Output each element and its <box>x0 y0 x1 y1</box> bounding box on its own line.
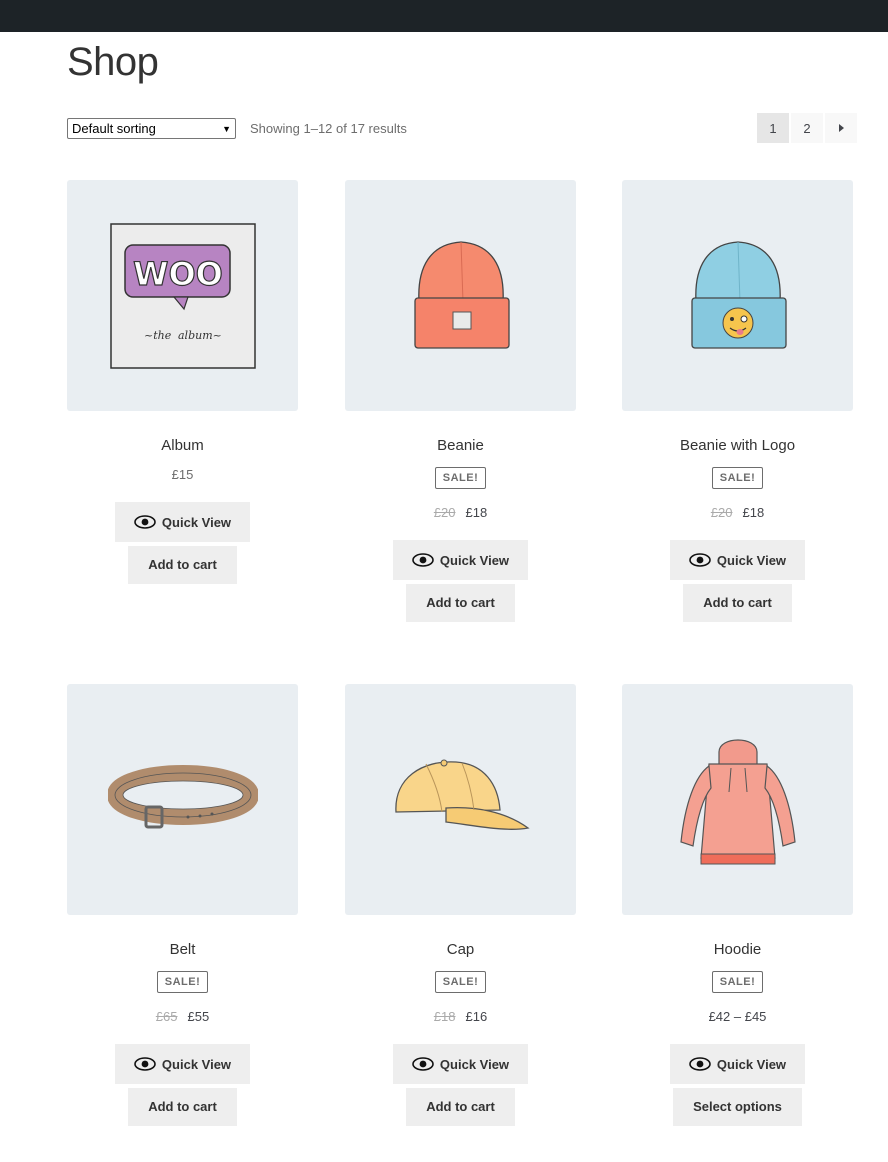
sale-badge: SALE! <box>434 971 487 993</box>
admin-bar <box>0 0 888 32</box>
add-to-cart-button[interactable]: Add to cart <box>406 1088 515 1126</box>
product-card-beanie: Beanie SALE! £20 £18 Quick View Add to ca… <box>345 180 576 622</box>
product-image-beanie[interactable] <box>345 180 576 411</box>
quick-view-button[interactable]: Quick View <box>393 540 528 580</box>
quick-view-button[interactable]: Quick View <box>670 1044 805 1084</box>
beanie-illustration-icon <box>413 240 510 349</box>
quick-view-label: Quick View <box>439 552 510 568</box>
product-image-album[interactable]: WOO ~the album~ <box>67 180 298 411</box>
product-title[interactable]: Album <box>67 436 298 456</box>
quick-view-button[interactable]: Quick View <box>670 540 805 580</box>
quick-view-button[interactable]: Quick View <box>115 1044 250 1084</box>
select-options-button[interactable]: Select options <box>673 1088 802 1126</box>
product-price: £20 £18 <box>622 505 853 521</box>
sale-price: £55 <box>187 1009 210 1024</box>
sorting-value: Default sorting <box>72 121 156 136</box>
eye-icon <box>412 1057 434 1071</box>
product-card-cap: Cap SALE! £18 £16 Quick View Add to cart <box>345 684 576 1126</box>
sale-badge: SALE! <box>711 467 764 489</box>
quick-view-button[interactable]: Quick View <box>393 1044 528 1084</box>
eye-icon <box>134 1057 156 1071</box>
next-page-button[interactable] <box>825 113 857 143</box>
product-title[interactable]: Belt <box>67 940 298 960</box>
old-price: £20 <box>710 505 733 520</box>
add-to-cart-button[interactable]: Add to cart <box>128 546 237 584</box>
old-price: £20 <box>433 505 456 520</box>
product-image-hoodie[interactable] <box>622 684 853 915</box>
product-image-cap[interactable] <box>345 684 576 915</box>
product-card-beanie-with-logo: Beanie with Logo SALE! £20 £18 Quick View… <box>622 180 853 622</box>
old-price: £65 <box>155 1009 178 1024</box>
cap-illustration-icon <box>394 759 530 830</box>
eye-icon <box>134 515 156 529</box>
pagination: 1 2 <box>757 113 857 143</box>
page-title: Shop <box>67 40 159 84</box>
chevron-down-icon: ▼ <box>222 123 231 134</box>
old-price: £18 <box>433 1009 456 1024</box>
sale-badge: SALE! <box>711 971 764 993</box>
product-card-hoodie: Hoodie SALE! £42 – £45 Quick View Select… <box>622 684 853 1126</box>
eye-icon <box>689 1057 711 1071</box>
product-title[interactable]: Beanie <box>345 436 576 456</box>
product-price: £20 £18 <box>345 505 576 521</box>
product-card-album: WOO ~the album~ Album £15 Quick View Add… <box>67 180 298 584</box>
quick-view-label: Quick View <box>161 514 232 530</box>
svg-text:WOO: WOO <box>133 255 223 293</box>
svg-text:~the: ~the <box>144 329 172 342</box>
product-price: £15 <box>171 467 194 482</box>
page-1-button[interactable]: 1 <box>757 113 789 143</box>
next-arrow-icon <box>838 124 844 132</box>
logo-beanie-illustration-icon <box>690 240 787 349</box>
product-title[interactable]: Cap <box>345 940 576 960</box>
result-count: Showing 1–12 of 17 results <box>250 121 407 136</box>
add-to-cart-button[interactable]: Add to cart <box>128 1088 237 1126</box>
product-price: £42 – £45 <box>708 1009 767 1024</box>
quick-view-label: Quick View <box>439 1056 510 1072</box>
eye-icon <box>412 553 434 567</box>
sale-price: £18 <box>742 505 765 520</box>
sale-price: £18 <box>465 505 488 520</box>
sale-badge: SALE! <box>156 971 209 993</box>
quick-view-button[interactable]: Quick View <box>115 502 250 542</box>
sale-price: £16 <box>465 1009 488 1024</box>
album-illustration-icon: WOO ~the album~ <box>109 222 256 369</box>
hoodie-illustration-icon <box>679 739 796 864</box>
belt-illustration-icon <box>107 764 258 828</box>
product-title[interactable]: Beanie with Logo <box>622 436 853 456</box>
page-2-button[interactable]: 2 <box>791 113 823 143</box>
product-card-belt: Belt SALE! £65 £55 Quick View Add to cart <box>67 684 298 1126</box>
sorting-select[interactable]: Default sorting ▼ <box>67 118 236 139</box>
eye-icon <box>689 553 711 567</box>
sale-badge: SALE! <box>434 467 487 489</box>
product-price: £18 £16 <box>345 1009 576 1025</box>
add-to-cart-button[interactable]: Add to cart <box>406 584 515 622</box>
quick-view-label: Quick View <box>716 552 787 568</box>
product-image-beanie-with-logo[interactable] <box>622 180 853 411</box>
svg-text:album~: album~ <box>178 329 222 342</box>
product-image-belt[interactable] <box>67 684 298 915</box>
quick-view-label: Quick View <box>716 1056 787 1072</box>
product-price: £65 £55 <box>67 1009 298 1025</box>
quick-view-label: Quick View <box>161 1056 232 1072</box>
product-title[interactable]: Hoodie <box>622 940 853 960</box>
add-to-cart-button[interactable]: Add to cart <box>683 584 792 622</box>
